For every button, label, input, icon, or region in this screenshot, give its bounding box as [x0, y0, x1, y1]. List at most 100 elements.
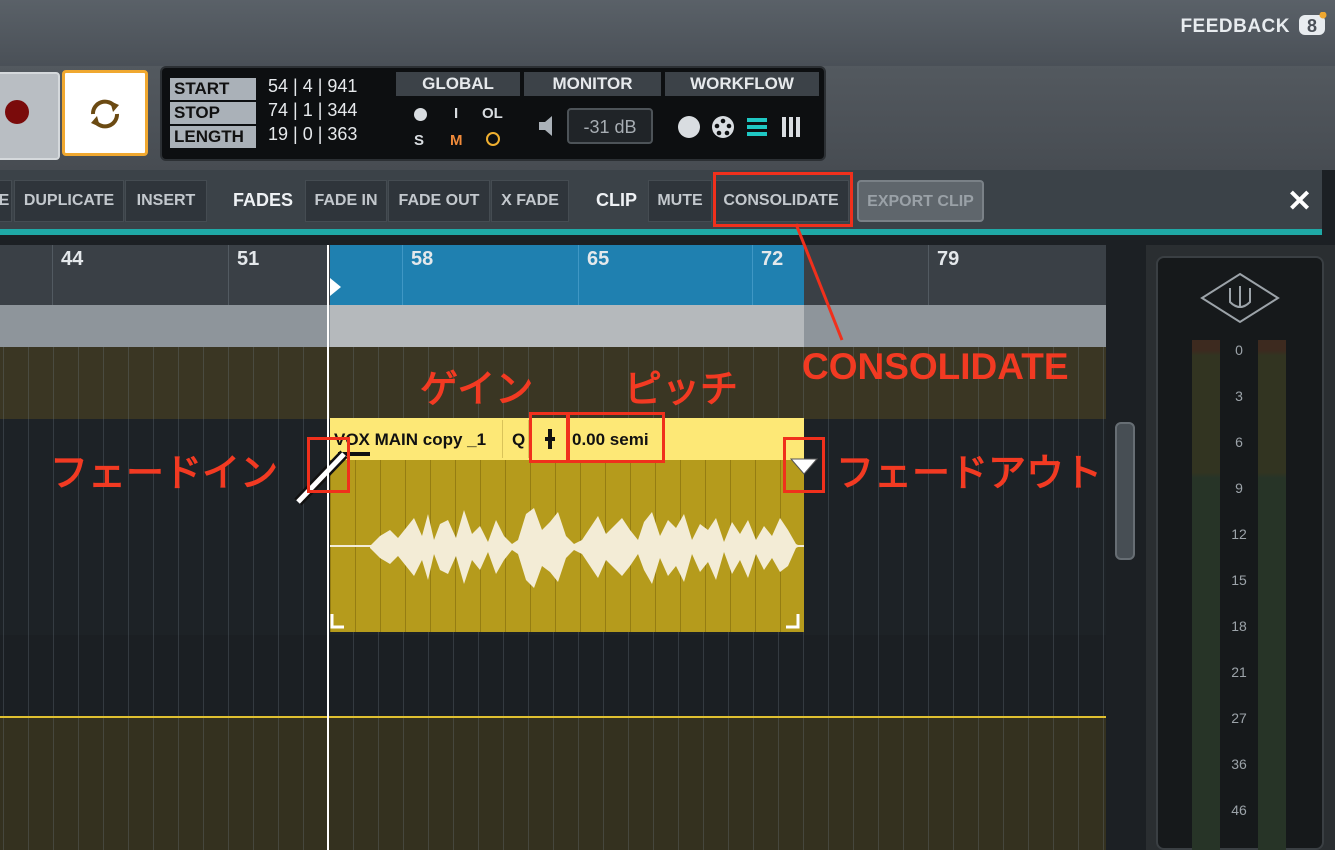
- pitch-highlight: [567, 412, 665, 463]
- ruler-tick: [928, 245, 929, 305]
- workflow-circle-icon[interactable]: [678, 116, 700, 138]
- grid-line: [178, 347, 179, 850]
- grid-line: [228, 347, 229, 850]
- waveform: [330, 508, 804, 588]
- grid-line: [28, 347, 29, 850]
- grid-line: [253, 347, 254, 850]
- grid-line: [903, 347, 904, 850]
- global-dot-icon[interactable]: [414, 108, 427, 121]
- ruler-mark: 58: [411, 248, 434, 270]
- ruler-mark: 79: [937, 248, 960, 270]
- monitor-level-display[interactable]: -31 dB: [567, 108, 653, 144]
- ruler-mark: 72: [761, 248, 784, 270]
- grid-line: [853, 347, 854, 850]
- top-bar: [0, 0, 1335, 66]
- clip-header-divider: [502, 420, 503, 458]
- fades-label: FADES: [233, 190, 294, 210]
- export-clip-button[interactable]: EXPORT CLIP: [857, 180, 984, 222]
- gain-highlight: [529, 412, 569, 463]
- meter-scale-label: 36: [1231, 756, 1247, 772]
- monitor-title: MONITOR: [524, 72, 661, 96]
- grid-line: [1103, 347, 1104, 850]
- meter-scale-label: 27: [1231, 710, 1247, 726]
- feedback-link[interactable]: FEEDBACK: [1180, 16, 1290, 38]
- start-label: START: [170, 78, 256, 100]
- consolidate-annotation: CONSOLIDATE: [802, 346, 1069, 387]
- length-value[interactable]: 19 | 0 | 363: [268, 124, 357, 145]
- vertical-scrollbar[interactable]: [1115, 422, 1135, 560]
- stop-value[interactable]: 74 | 1 | 344: [268, 100, 357, 121]
- clip-corner-left-icon[interactable]: [330, 612, 346, 630]
- meter-scale-label: 0: [1235, 342, 1243, 358]
- ua-logo-icon: [1200, 272, 1280, 324]
- pitch-annotation: ピッチ: [624, 369, 739, 411]
- fade-out-highlight: [783, 437, 825, 493]
- speaker-icon[interactable]: [537, 114, 557, 138]
- consolidate-highlight: [713, 172, 853, 227]
- fade-out-annotation: フェードアウト: [836, 453, 1103, 495]
- meter-scale-label: 21: [1231, 664, 1247, 680]
- global-ol-toggle[interactable]: OL: [482, 105, 503, 122]
- length-label: LENGTH: [170, 126, 256, 148]
- ruler-tick: [52, 245, 53, 305]
- meter-channel-right: [1258, 340, 1286, 850]
- global-i-toggle[interactable]: I: [454, 105, 458, 122]
- clip-label: CLIP: [596, 190, 638, 210]
- meter-scale-label: 18: [1231, 618, 1247, 634]
- duplicate-button[interactable]: DUPLICATE: [14, 180, 124, 222]
- grid-line: [128, 347, 129, 850]
- workflow-list-icon[interactable]: [746, 116, 768, 138]
- clip-corner-right-icon[interactable]: [784, 612, 800, 630]
- ruler-mark: 44: [61, 248, 84, 270]
- grid-line: [878, 347, 879, 850]
- meter-scale-label: 46: [1231, 802, 1247, 818]
- insert-button[interactable]: INSERT: [125, 180, 207, 222]
- ruler-mark: 65: [587, 248, 610, 270]
- workflow-title: WORKFLOW: [665, 72, 819, 96]
- close-toolbar-button[interactable]: ✕: [1287, 184, 1312, 219]
- grid-line: [978, 347, 979, 850]
- global-solo-toggle[interactable]: S: [414, 132, 424, 149]
- consolidate-callout-line: [794, 223, 844, 341]
- grid-line: [53, 347, 54, 850]
- grid-line: [78, 347, 79, 850]
- grid-line: [928, 347, 929, 850]
- grid-line: [828, 347, 829, 850]
- grid-line: [153, 347, 154, 850]
- workflow-columns-icon[interactable]: [780, 116, 802, 138]
- grid-line: [278, 347, 279, 850]
- meter-scale-label: 12: [1231, 526, 1247, 542]
- fade-out-button[interactable]: FADE OUT: [388, 180, 490, 222]
- ruler-tick: [578, 245, 579, 305]
- toolbar-accent-line: [0, 229, 1322, 235]
- meter-scale-label: 9: [1235, 480, 1243, 496]
- grid-line: [1053, 347, 1054, 850]
- automation-line[interactable]: [0, 716, 1106, 718]
- grid-line: [303, 347, 304, 850]
- feedback-logo-icon[interactable]: 8: [1297, 12, 1327, 38]
- partial-toolbar-button[interactable]: E: [0, 180, 12, 222]
- x-fade-button[interactable]: X FADE: [491, 180, 569, 222]
- fade-in-highlight: [307, 437, 350, 493]
- meter-scale-label: 15: [1231, 572, 1247, 588]
- ruler-tick: [228, 245, 229, 305]
- loop-start-marker-icon[interactable]: [330, 278, 342, 296]
- marker-lane-range: [330, 305, 804, 347]
- loop-icon: [90, 99, 120, 129]
- global-title: GLOBAL: [396, 72, 520, 96]
- stop-label: STOP: [170, 102, 256, 124]
- record-dot-icon: [5, 100, 29, 124]
- fade-in-button[interactable]: FADE IN: [305, 180, 387, 222]
- grid-line: [3, 347, 4, 850]
- global-mute-toggle[interactable]: M: [450, 132, 463, 149]
- ruler-tick: [402, 245, 403, 305]
- grid-line: [1003, 347, 1004, 850]
- workflow-reel-icon[interactable]: [710, 114, 736, 140]
- gain-annotation: ゲイン: [420, 369, 534, 411]
- start-value[interactable]: 54 | 4 | 941: [268, 76, 357, 97]
- fade-in-annotation: フェードイン: [50, 453, 279, 495]
- ol-indicator-icon: [486, 132, 500, 146]
- playhead[interactable]: [327, 245, 329, 850]
- mute-button[interactable]: MUTE: [648, 180, 712, 222]
- clip-quantize-toggle[interactable]: Q: [512, 430, 525, 450]
